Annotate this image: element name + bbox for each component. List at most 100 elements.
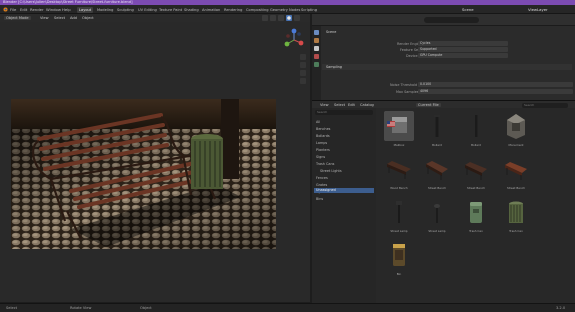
mode-selector[interactable]: Object Mode xyxy=(4,15,31,20)
status-rotate-hint: Rotate View xyxy=(70,306,92,310)
library-selector[interactable]: Current File xyxy=(416,102,441,107)
tab-uv-editing[interactable]: UV Editing xyxy=(136,7,159,13)
tree-item-signs[interactable]: Signs xyxy=(316,155,325,159)
asset-tile[interactable]: Street Bench xyxy=(498,152,534,194)
world-tab-icon[interactable] xyxy=(314,62,319,67)
ortho-grid-icon[interactable] xyxy=(300,78,306,84)
tab-scripting[interactable]: Scripting xyxy=(299,7,319,13)
scene-tab-icon[interactable] xyxy=(314,54,319,59)
viewport-menu-add[interactable]: Add xyxy=(70,16,77,20)
tree-item-planters[interactable]: Planters xyxy=(316,148,330,152)
noise-threshold-field[interactable]: 0.0100 xyxy=(418,82,573,87)
max-samples-field[interactable]: 4096 xyxy=(418,89,573,94)
sampling-panel-header[interactable] xyxy=(322,64,572,70)
asset-search-input[interactable]: Search xyxy=(522,102,568,108)
trash-can-thumbnail-icon xyxy=(470,202,482,223)
viewlayer-selector[interactable]: ViewLayer xyxy=(528,7,548,12)
asset-tile[interactable]: Bin xyxy=(381,238,417,280)
asset-tile[interactable]: Trash Can xyxy=(458,195,494,237)
zoom-icon[interactable] xyxy=(300,54,306,60)
asset-label: Bin xyxy=(396,272,402,276)
asset-label: Street Bench xyxy=(506,186,526,190)
asset-tile[interactable]: Trash Can xyxy=(498,195,534,237)
tab-modeling[interactable]: Modeling xyxy=(95,7,115,13)
tab-shading[interactable]: Shading xyxy=(182,7,201,13)
ab-menu-select[interactable]: Select xyxy=(334,103,345,107)
tree-item-bollards[interactable]: Bollards xyxy=(316,134,330,138)
asset-tile[interactable]: Street Lamp xyxy=(419,195,455,237)
asset-tile[interactable]: Mailbox xyxy=(381,109,417,151)
status-version: 3.2.0 xyxy=(556,306,566,310)
asset-catalog-tree: Search All Benches Bollards Lamps Plante… xyxy=(312,108,376,303)
menu-file[interactable]: File xyxy=(10,7,16,12)
tab-animation[interactable]: Animation xyxy=(200,7,222,13)
tree-item-lamps[interactable]: Lamps xyxy=(316,141,327,145)
device-dropdown[interactable]: GPU Compute xyxy=(418,53,508,58)
menu-help[interactable]: Help xyxy=(62,7,71,12)
render-tab-icon[interactable] xyxy=(314,30,319,35)
tab-texture-paint[interactable]: Texture Paint xyxy=(157,7,184,13)
render-preview-image xyxy=(11,99,276,249)
asset-tile[interactable]: Bollard xyxy=(419,109,455,151)
viewport-menu-view[interactable]: View xyxy=(40,16,49,20)
status-bar: Select Rotate View Object 3.2.0 xyxy=(0,303,575,312)
asset-tile[interactable]: Bollard xyxy=(458,109,494,151)
feature-set-dropdown[interactable]: Supported xyxy=(418,47,508,52)
ab-menu-catalog[interactable]: Catalog xyxy=(360,103,374,107)
asset-label: Street Lamp xyxy=(390,229,408,233)
device-label: Device xyxy=(406,54,418,58)
asset-tile[interactable]: Street Lamp xyxy=(381,195,417,237)
street-lamp-thumbnail-icon xyxy=(396,201,402,223)
ab-menu-view[interactable]: View xyxy=(320,103,329,107)
viewport-menu-object[interactable]: Object xyxy=(82,16,94,20)
tree-item-trash-cans[interactable]: Trash Cans xyxy=(316,162,334,166)
bollard-thumbnail-icon xyxy=(434,115,440,137)
render-engine-dropdown[interactable]: Cycles xyxy=(418,41,508,46)
asset-label: Wood Bench xyxy=(390,186,408,190)
bollard-thumbnail-icon xyxy=(475,115,478,137)
scene-selector[interactable]: Scene xyxy=(462,7,474,12)
tree-item-grates[interactable]: Grates xyxy=(316,183,327,187)
asset-label: Street Lamp xyxy=(428,229,446,233)
output-tab-icon[interactable] xyxy=(314,38,319,43)
tab-compositing[interactable]: Compositing xyxy=(244,7,271,13)
monument-thumbnail-icon xyxy=(507,114,525,139)
properties-search[interactable] xyxy=(424,17,479,23)
asset-tile[interactable]: Wood Bench xyxy=(381,152,417,194)
menu-window[interactable]: Window xyxy=(46,7,61,12)
asset-tile[interactable]: Street Bench xyxy=(419,152,455,194)
top-menubar: File Edit Render Window Help Layout Mode… xyxy=(0,5,575,14)
viewport-menu-select[interactable]: Select xyxy=(54,16,65,20)
tree-item-benches[interactable]: Benches xyxy=(316,127,330,131)
asset-label: Mailbox xyxy=(393,143,405,147)
tab-layout[interactable]: Layout xyxy=(77,6,94,13)
shading-mode-icons[interactable] xyxy=(262,15,308,21)
ab-menu-edit[interactable]: Edit xyxy=(348,103,355,107)
view-layer-tab-icon[interactable] xyxy=(314,46,319,51)
bench-thumbnail-icon xyxy=(426,161,448,180)
tree-item-all[interactable]: All xyxy=(316,120,320,124)
tree-item-street-lights[interactable]: Street Lights xyxy=(320,169,342,173)
asset-label: Bollard xyxy=(432,143,442,147)
camera-view-icon[interactable] xyxy=(300,70,306,76)
tab-sculpting[interactable]: Sculpting xyxy=(115,7,136,13)
tree-item-fences[interactable]: Fences xyxy=(316,176,328,180)
max-samples-label: Max Samples xyxy=(396,90,419,94)
properties-section-title: Scene xyxy=(326,30,337,34)
asset-label: Trash Can xyxy=(509,229,523,233)
blender-logo-icon[interactable] xyxy=(2,7,8,12)
menu-edit[interactable]: Edit xyxy=(20,7,27,12)
asset-tile[interactable]: Street Bench xyxy=(458,152,494,194)
tree-item-bins[interactable]: Bins xyxy=(316,197,323,201)
navigation-gizmo[interactable] xyxy=(283,28,305,52)
menu-render[interactable]: Render xyxy=(30,7,44,12)
tab-rendering[interactable]: Rendering xyxy=(222,7,244,13)
catalog-filter-input[interactable]: Search xyxy=(315,110,373,115)
viewport-header: Object Mode View Select Add Object xyxy=(0,14,310,22)
tab-geometry-nodes[interactable]: Geometry Nodes xyxy=(268,7,302,13)
pan-hand-icon[interactable] xyxy=(300,62,306,68)
tree-item-selected[interactable]: Unassigned xyxy=(314,188,374,193)
asset-label: Bollard xyxy=(471,143,481,147)
asset-tile[interactable]: Monument xyxy=(498,109,534,151)
trash-can-object xyxy=(191,134,223,189)
